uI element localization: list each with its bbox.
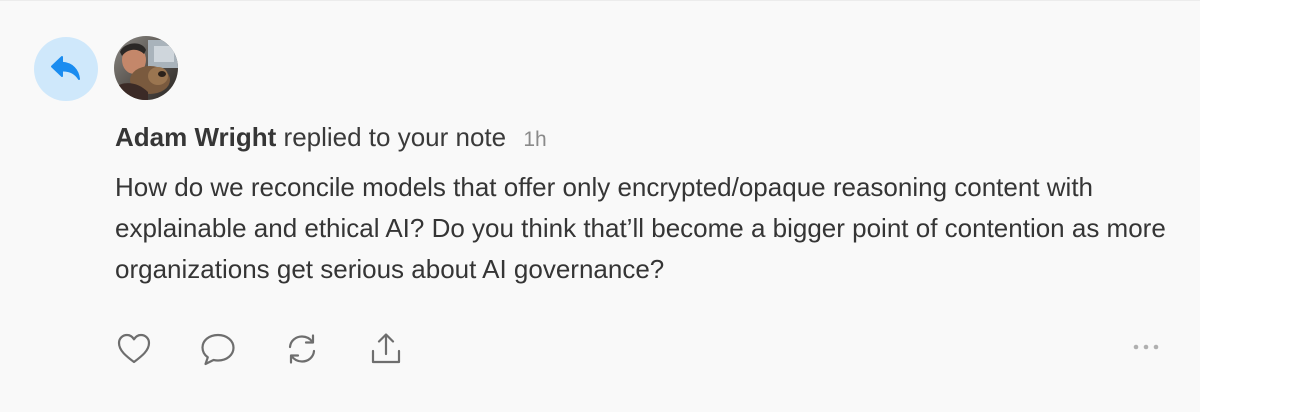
comment-button[interactable] <box>196 327 240 371</box>
restack-button[interactable] <box>280 327 324 371</box>
notification-card[interactable]: Adam Wright replied to your note 1h How … <box>0 0 1200 412</box>
timestamp: 1h <box>523 128 547 151</box>
reply-badge <box>34 37 98 101</box>
author-name[interactable]: Adam Wright <box>115 122 276 152</box>
share-icon <box>368 331 404 367</box>
action-bar <box>112 327 448 371</box>
heart-icon <box>116 332 152 366</box>
reply-body: How do we reconcile models that offer on… <box>115 172 1166 284</box>
more-options-button[interactable] <box>1126 331 1166 363</box>
notification-headline: Adam Wright replied to your note 1h <box>115 119 547 158</box>
reply-arrow-icon <box>49 54 83 84</box>
comment-icon <box>199 331 237 367</box>
more-horizontal-icon <box>1132 343 1160 351</box>
restack-icon <box>284 331 320 367</box>
share-button[interactable] <box>364 327 408 371</box>
notification-action: replied to your note <box>283 122 507 152</box>
avatar[interactable] <box>114 36 178 100</box>
like-button[interactable] <box>112 327 156 371</box>
